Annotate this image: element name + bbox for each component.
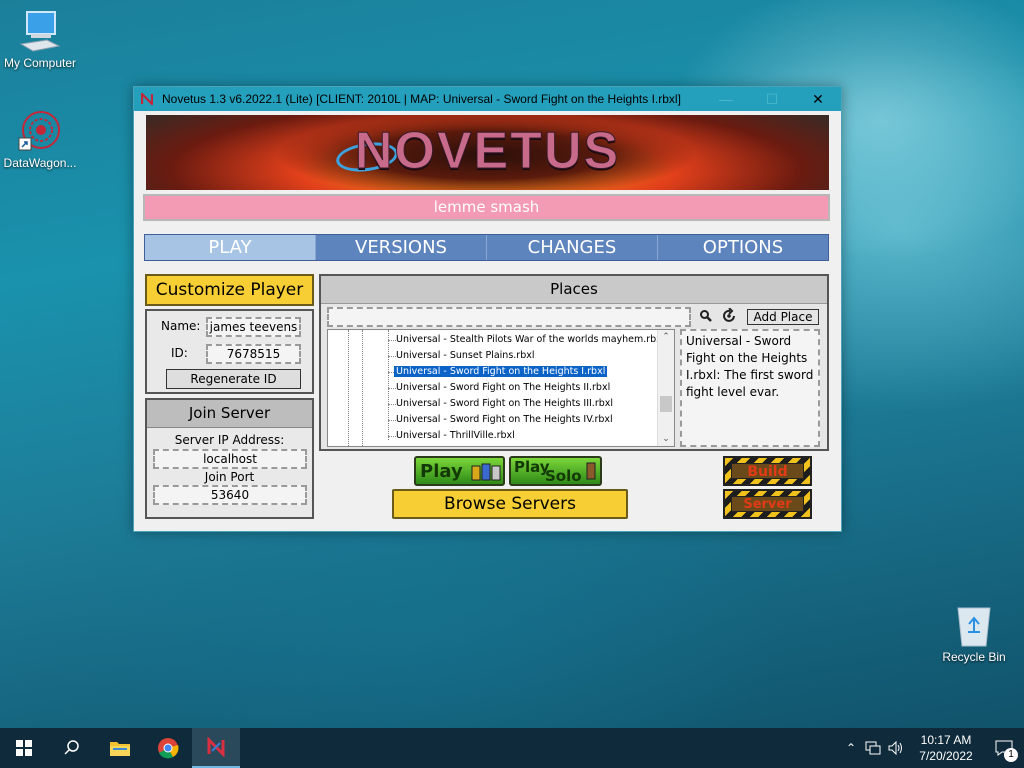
clock-time: 10:17 AM — [920, 733, 972, 747]
play-solo-label-bottom: Solo — [545, 467, 582, 485]
place-description: Universal - Sword Fight on the Heights I… — [680, 329, 820, 447]
play-button[interactable]: Play — [414, 456, 505, 486]
place-search-input[interactable] — [327, 307, 691, 327]
join-port-label: Join Port — [204, 470, 255, 484]
join-server-panel: Join Server Server IP Address: localhost… — [145, 398, 314, 519]
scroll-up-icon[interactable]: ⌃ — [658, 332, 674, 342]
place-item-label: Universal - Sword Fight on the Heights I… — [392, 365, 609, 378]
solo-player-icon — [585, 461, 597, 484]
id-input[interactable]: 7678515 — [206, 344, 301, 364]
place-description-text: Universal - Sword Fight on the Heights I… — [686, 334, 814, 399]
novetus-icon — [207, 737, 225, 757]
desktop-icon-datawagon[interactable]: DataWagon... — [0, 108, 80, 170]
tab-play[interactable]: PLAY — [145, 235, 316, 260]
place-item[interactable]: Universal - Sword Fight on The Heights I… — [394, 412, 615, 428]
places-tree[interactable]: Universal - Stealth Pilots War of the wo… — [327, 329, 675, 447]
chrome-button[interactable] — [144, 728, 192, 768]
main-tabs: PLAY VERSIONS CHANGES OPTIONS — [144, 234, 829, 261]
window-title: Novetus 1.3 v6.2022.1 (Lite) [CLIENT: 20… — [162, 92, 681, 106]
close-button[interactable]: ✕ — [795, 87, 841, 111]
places-panel: Places Add Place Universal - Stealth Pil… — [319, 274, 829, 451]
place-item-label: Universal - Sword Fight on The Heights I… — [396, 414, 613, 425]
place-item-label: Universal - Sword Fight on The Heights I… — [396, 382, 611, 393]
datawagon-icon — [17, 108, 63, 154]
id-label: ID: — [171, 346, 188, 360]
server-button[interactable]: Server — [723, 489, 812, 519]
tab-options[interactable]: OPTIONS — [658, 235, 828, 260]
desktop-icon-label: My Computer — [3, 56, 77, 70]
search-icon[interactable] — [699, 309, 713, 326]
windows-icon — [16, 740, 32, 756]
regenerate-id-button[interactable]: Regenerate ID — [166, 369, 301, 389]
desktop-icon-my-computer[interactable]: My Computer — [0, 10, 80, 70]
place-item[interactable]: Universal - ThrillVille.rbxl — [394, 428, 517, 444]
title-bar[interactable]: Novetus 1.3 v6.2022.1 (Lite) [CLIENT: 20… — [134, 87, 841, 111]
scroll-thumb[interactable] — [660, 396, 672, 412]
place-item-label: Universal - Sword Fight on The Heights I… — [396, 398, 614, 409]
join-port-input[interactable]: 53640 — [153, 485, 307, 505]
search-icon — [64, 740, 79, 755]
tab-changes[interactable]: CHANGES — [487, 235, 658, 260]
minimize-button[interactable]: — — [703, 87, 749, 111]
novetus-app-icon — [140, 92, 154, 106]
search-taskbar-button[interactable] — [48, 728, 96, 768]
tab-versions[interactable]: VERSIONS — [316, 235, 487, 260]
volume-icon[interactable] — [884, 741, 908, 755]
customize-player-button[interactable]: Customize Player — [145, 274, 314, 306]
notification-count-badge: 1 — [1004, 748, 1018, 762]
place-item-label: Universal - Sunset Plains.rbxl — [396, 350, 535, 361]
network-icon[interactable] — [862, 741, 884, 755]
build-button[interactable]: Build — [723, 456, 812, 486]
place-item[interactable]: Universal - Sword Fight on The Heights I… — [394, 396, 615, 412]
notifications-icon[interactable]: 1 — [984, 740, 1024, 762]
build-button-label: Build — [747, 464, 788, 480]
file-explorer-button[interactable] — [96, 728, 144, 768]
join-server-header: Join Server — [147, 400, 312, 428]
name-input[interactable]: james teevens — [206, 317, 301, 337]
clock-date: 7/20/2022 — [919, 749, 973, 763]
place-item[interactable]: Universal - Stealth Pilots War of the wo… — [394, 332, 666, 348]
novetus-banner: NOVETUS — [146, 115, 829, 190]
novetus-taskbar-button[interactable] — [192, 728, 240, 768]
place-item-label: Universal - Stealth Pilots War of the wo… — [396, 334, 665, 345]
desktop-icon-recycle-bin[interactable]: Recycle Bin — [934, 602, 1014, 664]
folder-icon — [110, 742, 130, 756]
places-scrollbar[interactable]: ⌃ ⌄ — [657, 330, 674, 446]
name-label: Name: — [161, 319, 201, 333]
novetus-logo: NOVETUS — [354, 122, 621, 181]
server-button-label: Server — [743, 497, 792, 512]
places-header: Places — [321, 276, 827, 304]
maximize-button[interactable]: ☐ — [749, 87, 795, 111]
splash-message: lemme smash — [143, 194, 830, 221]
place-item-selected[interactable]: Universal - Sword Fight on the Heights I… — [392, 364, 609, 380]
server-ip-input[interactable]: localhost — [153, 449, 307, 469]
place-item-label: Universal - ThrillVille.rbxl — [396, 430, 515, 441]
players-icon — [470, 462, 502, 485]
desktop-icon-label: DataWagon... — [3, 156, 77, 170]
recycle-bin-icon — [954, 602, 994, 648]
computer-icon — [17, 10, 63, 54]
scroll-down-icon[interactable]: ⌄ — [658, 434, 674, 444]
place-item[interactable]: Universal - Sword Fight on The Heights I… — [394, 380, 612, 396]
system-tray: ⌃ 10:17 AM 7/20/2022 1 — [840, 728, 1024, 768]
player-panel: Name: james teevens ID: 7678515 Regenera… — [145, 309, 314, 394]
refresh-icon[interactable] — [721, 307, 737, 327]
server-ip-label: Server IP Address: — [174, 433, 285, 447]
taskbar-clock[interactable]: 10:17 AM 7/20/2022 — [908, 732, 984, 764]
novetus-window: Novetus 1.3 v6.2022.1 (Lite) [CLIENT: 20… — [133, 86, 842, 532]
play-button-label: Play — [420, 461, 463, 482]
play-solo-button[interactable]: Play Solo — [509, 456, 602, 486]
taskbar: ⌃ 10:17 AM 7/20/2022 1 — [0, 728, 1024, 768]
chrome-icon — [158, 738, 179, 759]
start-button[interactable] — [0, 728, 48, 768]
browse-servers-button[interactable]: Browse Servers — [392, 489, 628, 519]
desktop-icon-label: Recycle Bin — [942, 650, 1006, 664]
chevron-up-icon[interactable]: ⌃ — [840, 741, 862, 755]
place-item[interactable]: Universal - Sunset Plains.rbxl — [394, 348, 537, 364]
add-place-button[interactable]: Add Place — [747, 309, 819, 325]
